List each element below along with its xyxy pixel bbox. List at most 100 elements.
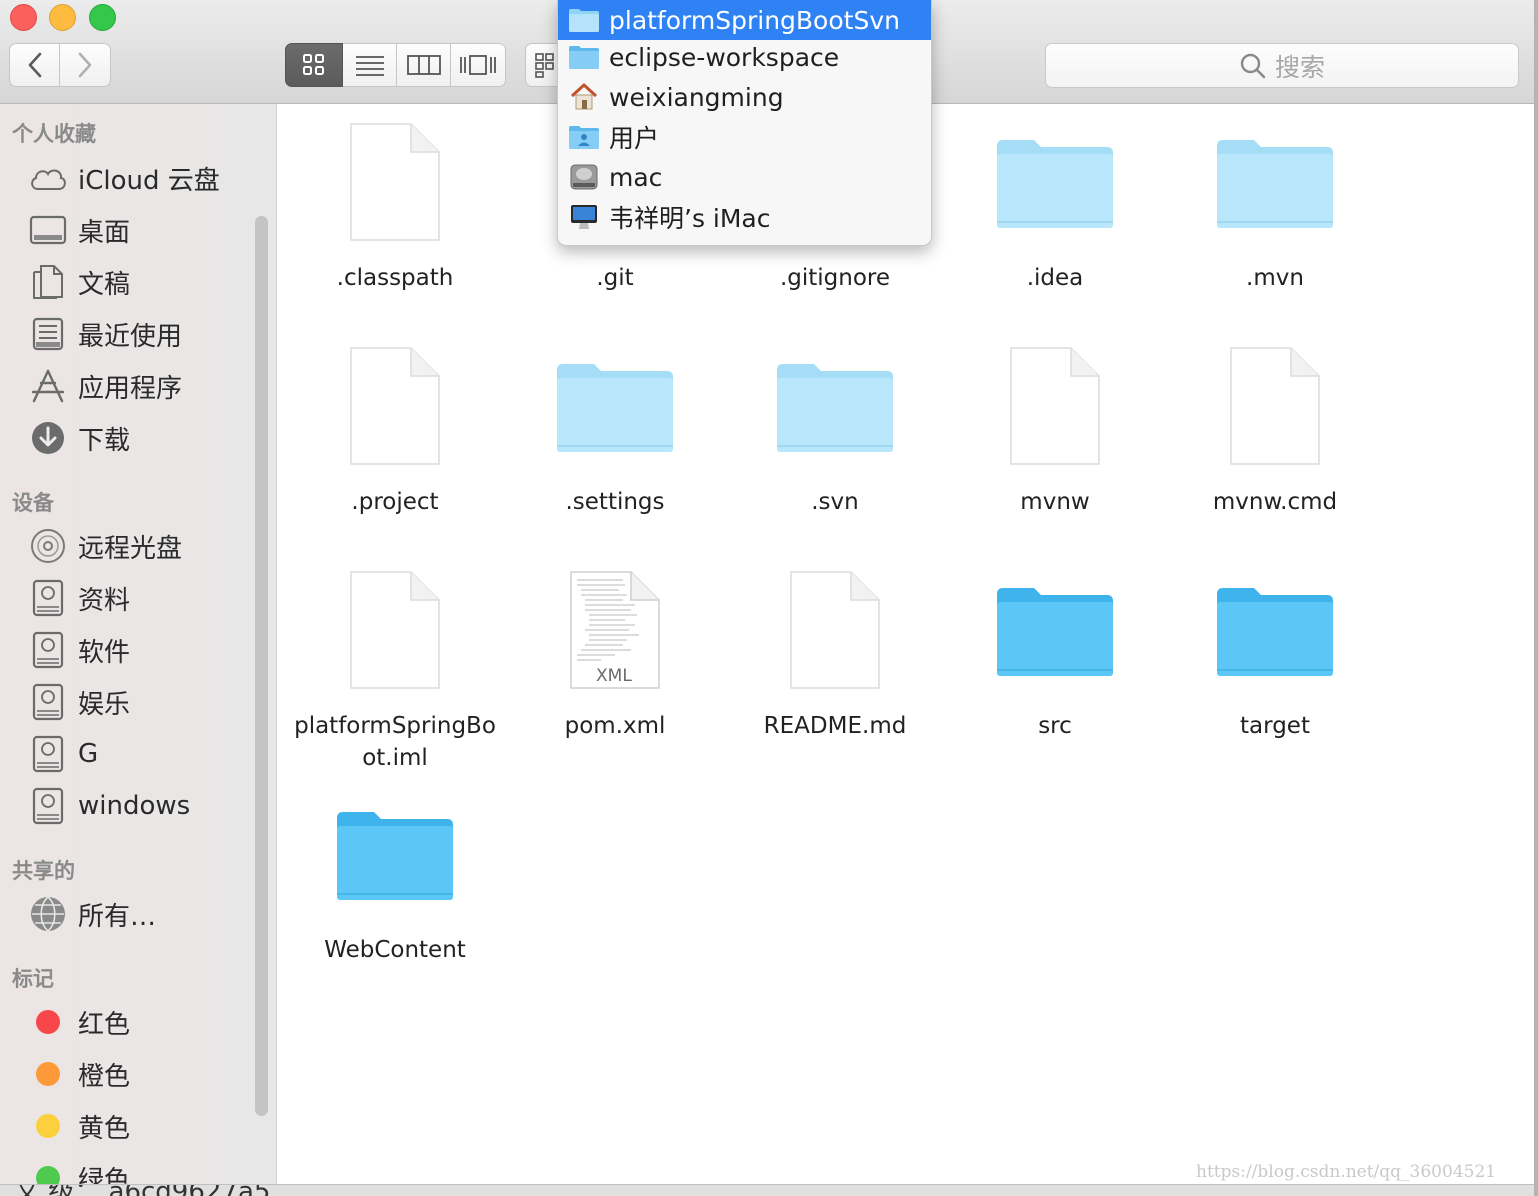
drive-icon [28,578,68,618]
hard-drive-icon [567,160,601,194]
search-field[interactable]: 搜索 [1045,43,1519,88]
section-devices: 设备 [12,491,54,515]
search-icon [1240,53,1266,78]
imac-icon [567,200,601,234]
sidebar-tag-yellow[interactable]: 黄色 [28,1104,130,1148]
path-menu-label: eclipse-workspace [609,42,840,72]
file-name: .idea [1026,265,1084,291]
sidebar-item-label: 娱乐 [78,689,131,720]
sidebar-scrollbar[interactable] [255,216,268,1116]
list-icon [355,56,384,76]
folder-icon [290,784,500,924]
sidebar-item-label: 桌面 [78,217,131,248]
sidebar-item-remote-disc[interactable]: 远程光盘 [28,524,182,568]
file-name: .git [596,265,634,291]
path-menu-item-imac[interactable]: 韦祥明’s iMac [558,197,931,237]
section-favorites: 个人收藏 [12,122,96,146]
sidebar-item-label: 资料 [78,585,131,616]
columns-icon [406,55,441,75]
sidebar-item-label: 远程光盘 [78,533,183,564]
window-edge [1534,0,1538,1196]
folder-icon [950,112,1160,252]
back-button[interactable] [9,43,60,87]
sidebar-item-downloads[interactable]: 下载 [28,416,130,460]
path-menu-item-users[interactable]: 用户 [558,117,931,157]
applications-icon [28,366,68,406]
disc-icon [28,526,68,566]
file-name: README.md [763,713,907,739]
sidebar-item-drive-ziliao[interactable]: 资料 [28,576,130,620]
sidebar-item-recents[interactable]: 最近使用 [28,312,182,356]
forward-button[interactable] [60,43,111,87]
recents-icon [28,314,68,354]
sidebar-item-drive-g[interactable]: G [28,732,98,776]
file-name: pom.xml [564,713,666,739]
file-name: .project [351,489,439,515]
document-icon [290,112,500,252]
folder-icon [950,560,1160,700]
folder-icon [1170,112,1380,252]
chevron-right-icon [78,52,92,78]
sidebar-tag-red[interactable]: 红色 [28,1000,130,1044]
search-placeholder: 搜索 [1274,52,1325,82]
tag-dot-icon [28,1106,68,1146]
column-view-button[interactable] [397,43,451,87]
folder-icon [1170,560,1380,700]
cover-flow-view-button[interactable] [451,43,506,87]
arrange-grid-icon [535,53,554,78]
sidebar-item-label: 黄色 [78,1113,131,1144]
sidebar-item-drive-yule[interactable]: 娱乐 [28,680,130,724]
document-icon [290,336,500,476]
sidebar-item-applications[interactable]: 应用程序 [28,364,182,408]
folder-icon [510,336,720,476]
path-menu-item-project[interactable]: platformSpringBootSvn [558,0,931,40]
drive-icon [28,734,68,774]
download-icon [28,418,68,458]
sidebar-item-label: 最近使用 [78,321,183,352]
minimize-window-button[interactable] [49,4,76,31]
path-menu-label: 用户 [609,124,660,153]
sidebar-item-label: windows [78,791,191,821]
sidebar: 个人收藏 iCloud 云盘 桌面 文稿 最近使用 应用程序 下载 设备 远程光… [0,104,277,1196]
file-name: WebContent [324,937,466,963]
section-tags: 标记 [12,967,54,991]
file-name: target [1240,713,1310,739]
close-window-button[interactable] [10,4,37,31]
sidebar-item-drive-windows[interactable]: windows [28,784,190,828]
drive-icon [28,682,68,722]
sidebar-item-label: 橙色 [78,1061,131,1092]
file-name: src [1038,713,1072,739]
sidebar-item-documents[interactable]: 文稿 [28,260,130,304]
sidebar-item-label: 应用程序 [78,373,183,404]
file-name: platformSpringBo ot.iml [294,713,496,771]
path-menu-item-workspace[interactable]: eclipse-workspace [558,37,931,77]
path-menu-item-mac[interactable]: mac [558,157,931,197]
finder-window: 搜索 个人收藏 iCloud 云盘 桌面 文稿 最近使用 应用程序 下载 设备 … [0,0,1534,1196]
path-menu-label: weixiangming [609,82,784,112]
path-menu-label: platformSpringBootSvn [609,5,900,35]
maximize-window-button[interactable] [89,4,116,31]
file-name: .mvn [1246,265,1304,291]
sidebar-item-label: iCloud 云盘 [78,165,220,196]
chevron-left-icon [28,52,41,78]
list-view-button[interactable] [343,43,397,87]
sidebar-tag-orange[interactable]: 橙色 [28,1052,130,1096]
file-badge: XML [596,666,632,686]
file-name: .settings [565,489,665,515]
sidebar-item-label: 下载 [78,425,131,456]
status-text: 文 级： a6cd9627a5 [14,1185,270,1196]
document-icon [730,560,940,700]
sidebar-item-icloud[interactable]: iCloud 云盘 [28,156,220,200]
file-name: .svn [811,489,859,515]
path-menu-label: 韦祥明’s iMac [609,204,771,233]
cloud-icon [28,158,68,198]
sidebar-item-label: G [78,739,99,769]
document-icon [950,336,1160,476]
sidebar-item-label: 所有… [78,901,157,932]
tag-dot-icon [28,1054,68,1094]
sidebar-item-drive-ruanjian[interactable]: 软件 [28,628,130,672]
sidebar-item-shared-all[interactable]: 所有… [28,892,156,936]
icon-view-button[interactable] [285,43,343,87]
sidebar-item-desktop[interactable]: 桌面 [28,208,130,252]
path-menu-item-home[interactable]: weixiangming [558,77,931,117]
